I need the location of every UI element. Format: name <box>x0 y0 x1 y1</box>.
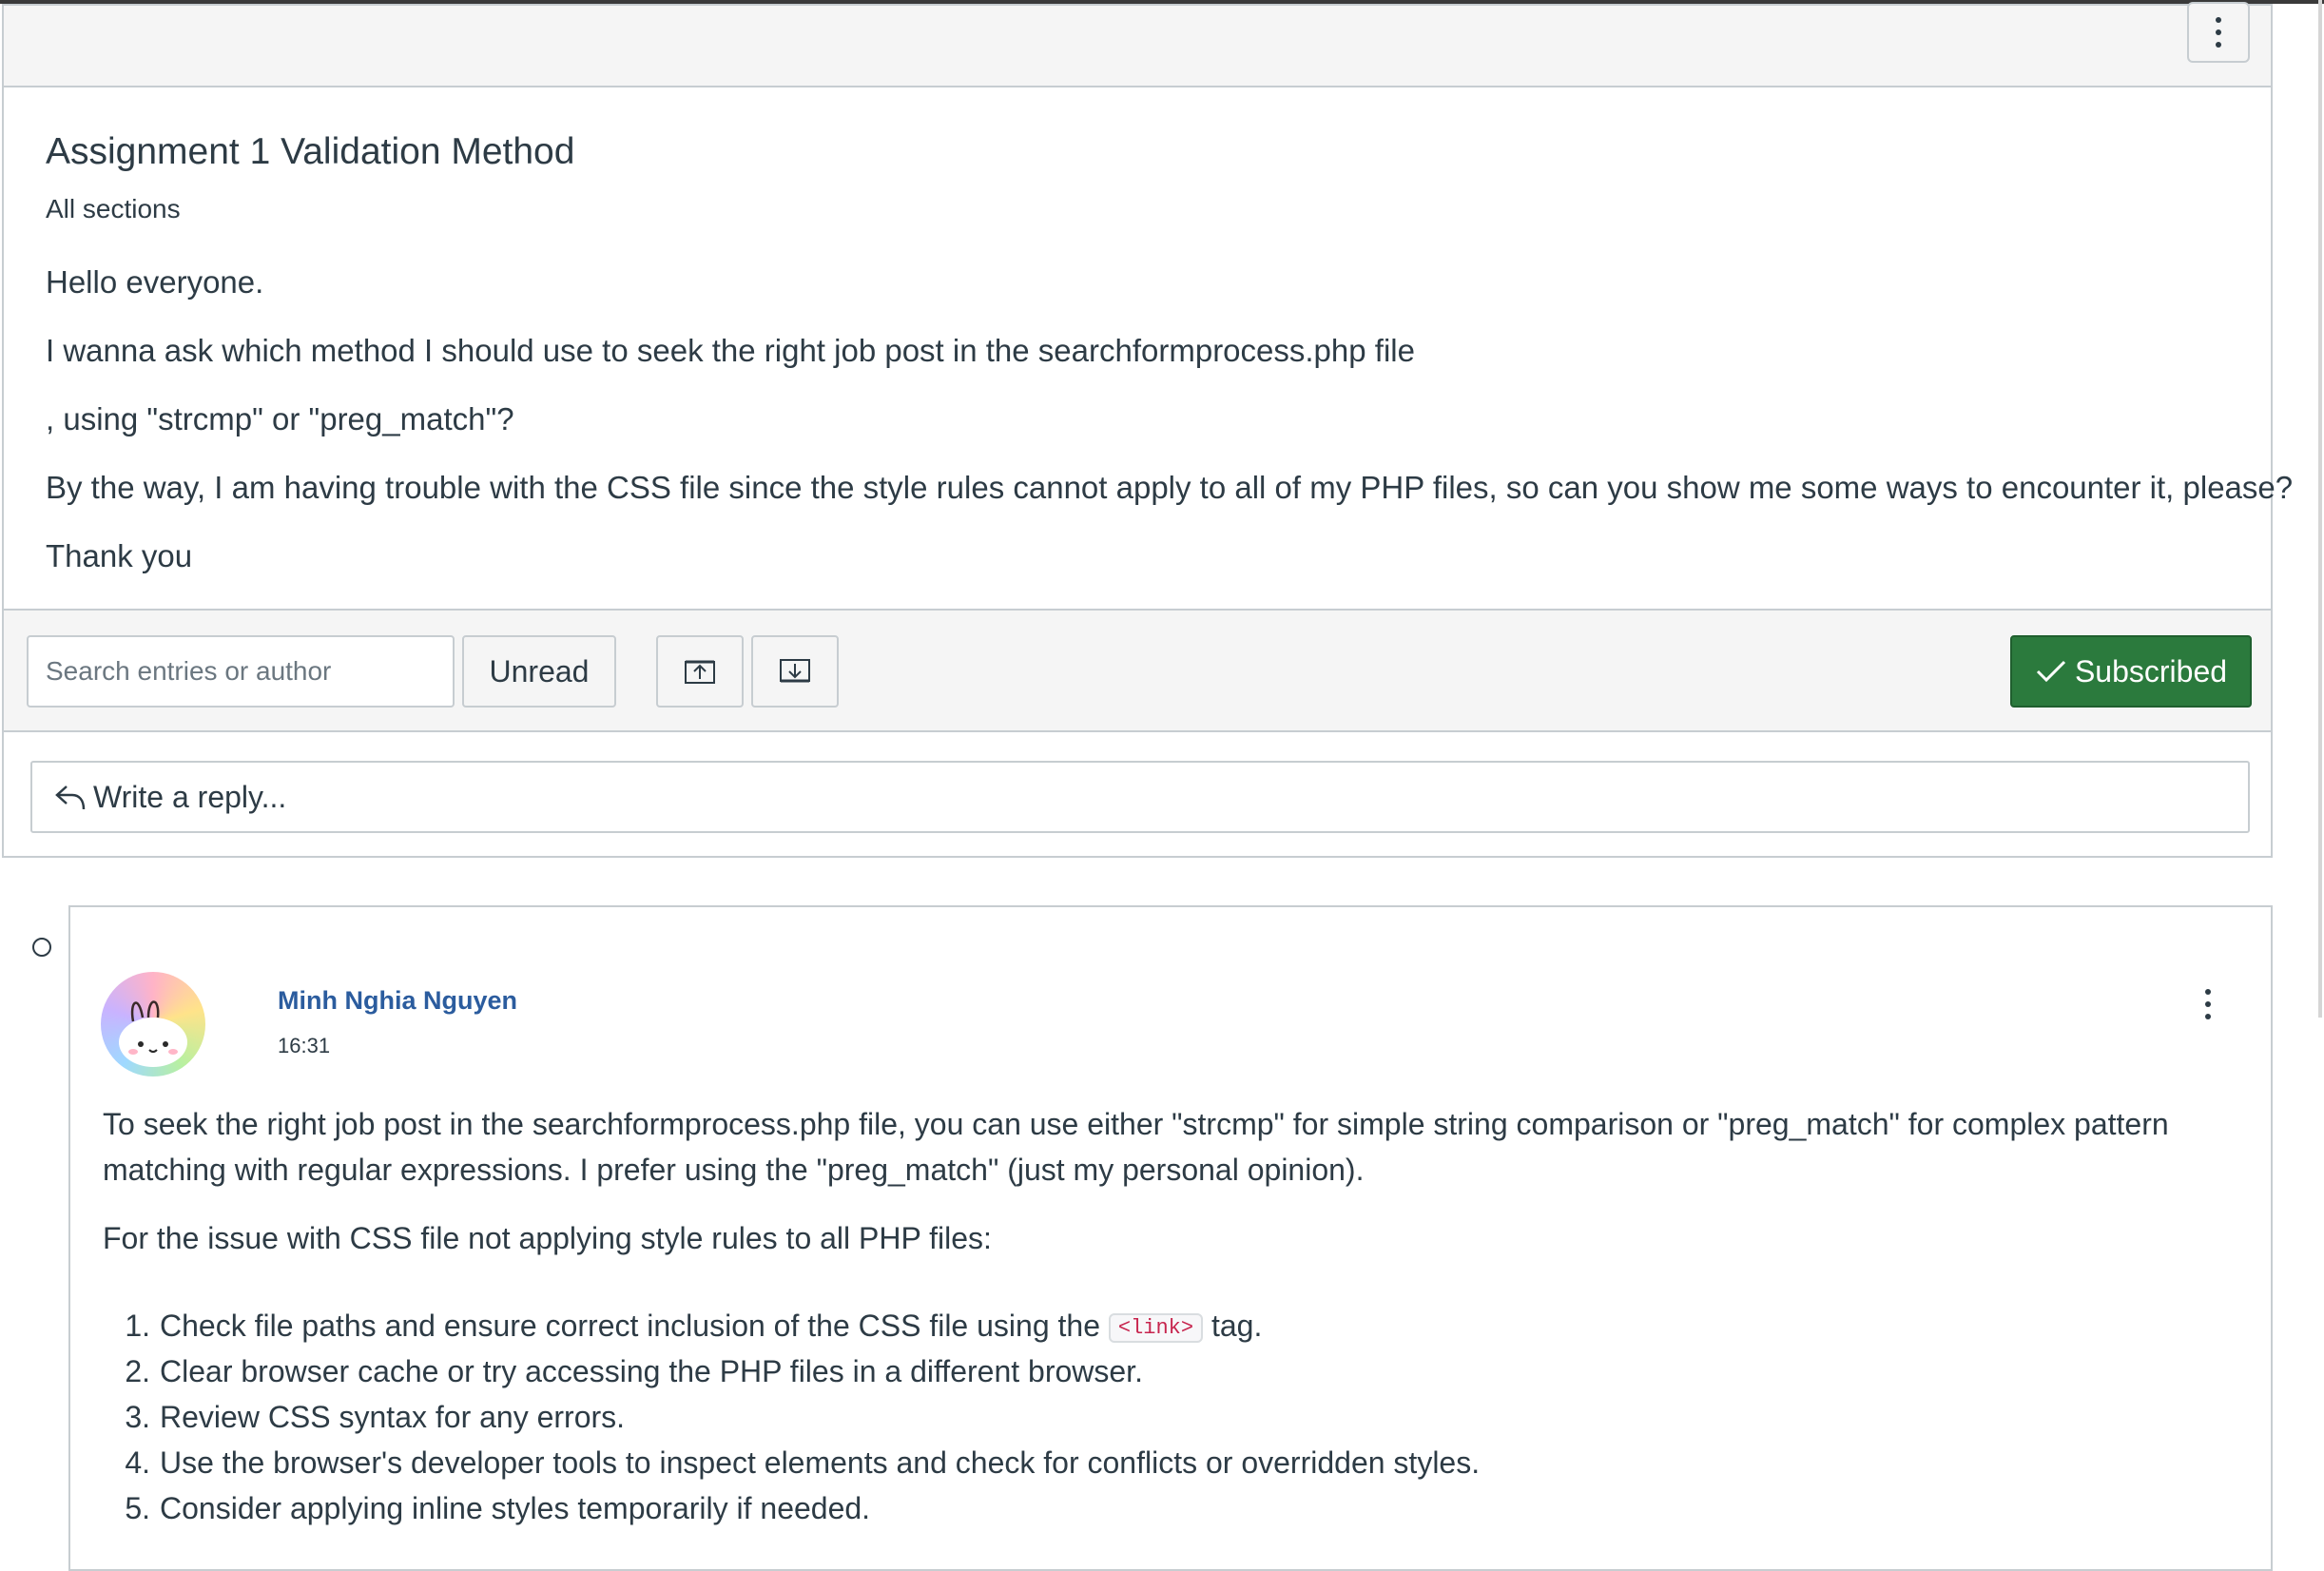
subscribed-button[interactable]: Subscribed <box>2010 635 2252 708</box>
entry-paragraph-line: matching with regular expressions. I pre… <box>103 1153 1365 1187</box>
topic-options-button[interactable] <box>2187 2 2250 63</box>
entry-ordered-list: 1. Check file paths and ensure correct in… <box>103 1303 1480 1531</box>
topic-sections: All sections <box>46 194 181 223</box>
topic-body-line: , using "strcmp" or "preg_match"? <box>46 401 514 436</box>
topic-body-line: Hello everyone. <box>46 264 264 300</box>
list-item: 4. Use the browser's developer tools to i… <box>125 1445 1481 1480</box>
unread-indicator-icon[interactable] <box>32 938 51 957</box>
topic-body-line: Thank you <box>46 538 193 573</box>
unread-filter-button[interactable]: Unread <box>462 635 616 708</box>
expand-down-arrow-icon <box>780 659 810 683</box>
subscribed-label: Subscribed <box>2074 653 2228 689</box>
kebab-menu-icon <box>2205 989 2211 1019</box>
avatar[interactable] <box>101 972 205 1076</box>
topic-header-bar <box>4 2 2271 87</box>
entry-timestamp: 16:31 <box>278 1034 331 1057</box>
topic-body-line: I wanna ask which method I should use to… <box>46 333 1415 368</box>
entry-paragraph-line: To seek the right job post in the search… <box>103 1107 2169 1141</box>
entry-paragraph: For the issue with CSS file not applying… <box>103 1221 992 1255</box>
expand-replies-button[interactable] <box>751 635 839 708</box>
topic-title: Assignment 1 Validation Method <box>46 131 575 172</box>
discussion-toolbar: Unread Subscribed <box>4 609 2271 732</box>
entry-options-button[interactable] <box>2205 989 2211 1019</box>
author-name-link[interactable]: Minh Nghia Nguyen <box>278 986 517 1016</box>
collapse-replies-button[interactable] <box>656 635 744 708</box>
list-item: 3. Review CSS syntax for any errors. <box>125 1400 626 1434</box>
collapse-up-arrow-icon <box>685 660 715 684</box>
reply-arrow-icon <box>55 786 86 810</box>
inline-code: <link> <box>1108 1312 1204 1343</box>
discussion-entry: Minh Nghia Nguyen 16:31 To seek the righ… <box>68 905 2273 1571</box>
checkmark-icon <box>2036 660 2066 683</box>
topic-body-line: By the way, I am having trouble with the… <box>46 470 2294 505</box>
search-entries-input[interactable] <box>27 635 455 708</box>
discussion-topic-card: Assignment 1 Validation Method All secti… <box>2 2 2293 858</box>
list-item: 5. Consider applying inline styles tempor… <box>125 1491 871 1525</box>
bunny-avatar-icon <box>119 1000 187 1067</box>
list-item: 2. Clear browser cache or try accessing t… <box>125 1354 1143 1388</box>
kebab-menu-icon <box>2216 17 2221 48</box>
list-item: 1. Check file paths and ensure correct in… <box>125 1309 1263 1343</box>
write-reply-label: Write a reply... <box>93 779 287 814</box>
write-reply-button[interactable]: Write a reply... <box>30 761 2250 833</box>
scrollbar-thumb[interactable] <box>2318 0 2322 1018</box>
